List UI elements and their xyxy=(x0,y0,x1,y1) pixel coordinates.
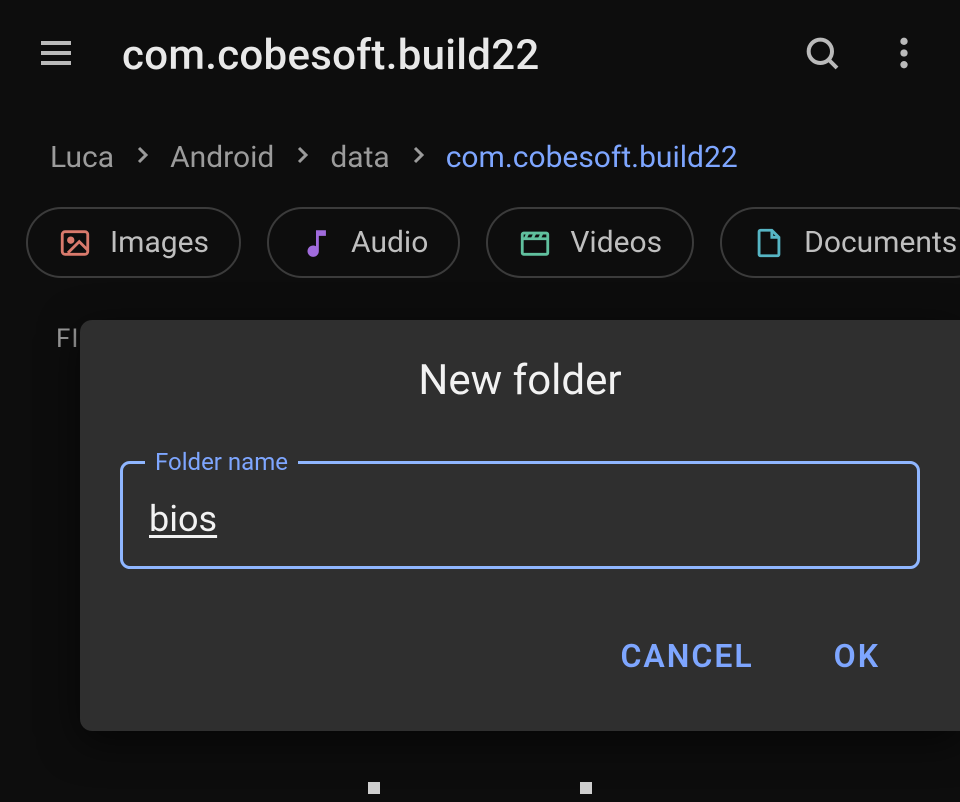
nav-handle-icon xyxy=(580,782,592,794)
dialog-title: New folder xyxy=(120,356,920,405)
document-icon xyxy=(752,226,786,260)
breadcrumb: Luca Android data com.cobesoft.build22 xyxy=(0,110,960,195)
field-label: Folder name xyxy=(145,448,298,476)
chevron-right-icon xyxy=(130,140,154,175)
chip-label: Videos xyxy=(570,225,662,260)
image-icon xyxy=(58,226,92,260)
cancel-button[interactable]: CANCEL xyxy=(610,625,763,687)
filter-chip-audio[interactable]: Audio xyxy=(267,207,460,278)
chip-label: Images xyxy=(110,225,209,260)
menu-button[interactable] xyxy=(20,19,92,91)
filter-chips-row: Images Audio Videos Documents xyxy=(0,195,960,278)
chevron-right-icon xyxy=(406,140,430,175)
breadcrumb-item[interactable]: Android xyxy=(170,140,274,175)
clapperboard-icon xyxy=(518,226,552,260)
search-button[interactable] xyxy=(786,19,858,91)
folder-name-input[interactable] xyxy=(149,498,891,540)
more-vert-icon xyxy=(884,33,924,77)
breadcrumb-item[interactable]: data xyxy=(330,140,389,175)
search-icon xyxy=(802,33,842,77)
filter-chip-documents[interactable]: Documents xyxy=(720,207,960,278)
filter-chip-images[interactable]: Images xyxy=(26,207,241,278)
chip-label: Documents xyxy=(804,225,957,260)
nav-handle-icon xyxy=(368,782,380,794)
new-folder-dialog: New folder Folder name CANCEL OK xyxy=(80,320,960,731)
chip-label: Audio xyxy=(351,225,428,260)
chevron-right-icon xyxy=(290,140,314,175)
music-note-icon xyxy=(299,226,333,260)
filter-chip-videos[interactable]: Videos xyxy=(486,207,694,278)
app-bar: com.cobesoft.build22 xyxy=(0,0,960,110)
nav-bar-handles xyxy=(0,782,960,802)
dialog-actions: CANCEL OK xyxy=(120,569,920,723)
breadcrumb-item[interactable]: Luca xyxy=(50,140,114,175)
breadcrumb-item-current[interactable]: com.cobesoft.build22 xyxy=(446,140,738,175)
folder-name-field[interactable]: Folder name xyxy=(120,461,920,569)
hamburger-icon xyxy=(36,33,76,77)
overflow-menu-button[interactable] xyxy=(868,19,940,91)
ok-button[interactable]: OK xyxy=(824,625,890,687)
appbar-title: com.cobesoft.build22 xyxy=(102,31,776,80)
